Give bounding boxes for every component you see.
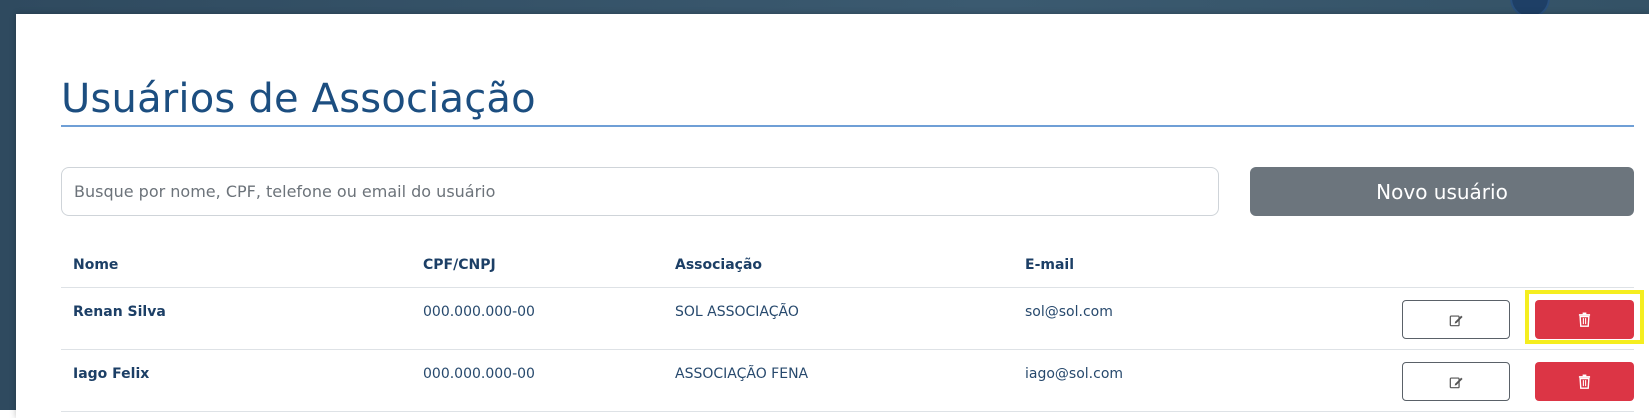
trash-icon [1578, 312, 1591, 327]
user-name: Iago Felix [61, 349, 411, 412]
sidebar-edge [0, 410, 16, 418]
user-email: iago@sol.com [1013, 349, 1299, 412]
user-document: 000.000.000-00 [411, 349, 663, 412]
column-header-email: E-mail [1013, 242, 1299, 288]
user-association: SOL ASSOCIAÇÃO [663, 287, 1013, 350]
delete-button[interactable] [1535, 362, 1634, 401]
page-title: Usuários de Associação [61, 76, 536, 122]
trash-icon [1578, 374, 1591, 389]
edit-icon [1449, 375, 1463, 389]
table-header-row: Nome CPF/CNPJ Associação E-mail [61, 242, 1634, 288]
user-email: sol@sol.com [1013, 287, 1299, 350]
table-row: Iago Felix 000.000.000-00 ASSOCIAÇÃO FEN… [61, 349, 1634, 412]
user-name: Renan Silva [61, 287, 411, 350]
column-header-name: Nome [61, 242, 411, 288]
new-user-button[interactable]: Novo usuário [1250, 167, 1634, 216]
search-input[interactable] [61, 167, 1219, 216]
edit-button[interactable] [1402, 362, 1510, 401]
delete-button[interactable] [1535, 300, 1634, 339]
user-association: ASSOCIAÇÃO FENA [663, 349, 1013, 412]
users-table: Nome CPF/CNPJ Associação E-mail Renan Si… [61, 242, 1644, 412]
title-divider [61, 125, 1634, 127]
column-header-actions [1299, 242, 1634, 288]
edit-button[interactable] [1402, 300, 1510, 339]
row-actions [1299, 349, 1634, 412]
row-actions [1299, 287, 1644, 350]
main-panel: Usuários de Associação Novo usuário Nome… [16, 14, 1649, 418]
column-header-association: Associação [663, 242, 1013, 288]
user-document: 000.000.000-00 [411, 287, 663, 350]
edit-icon [1449, 313, 1463, 327]
column-header-document: CPF/CNPJ [411, 242, 663, 288]
table-row: Renan Silva 000.000.000-00 SOL ASSOCIAÇÃ… [61, 287, 1644, 350]
